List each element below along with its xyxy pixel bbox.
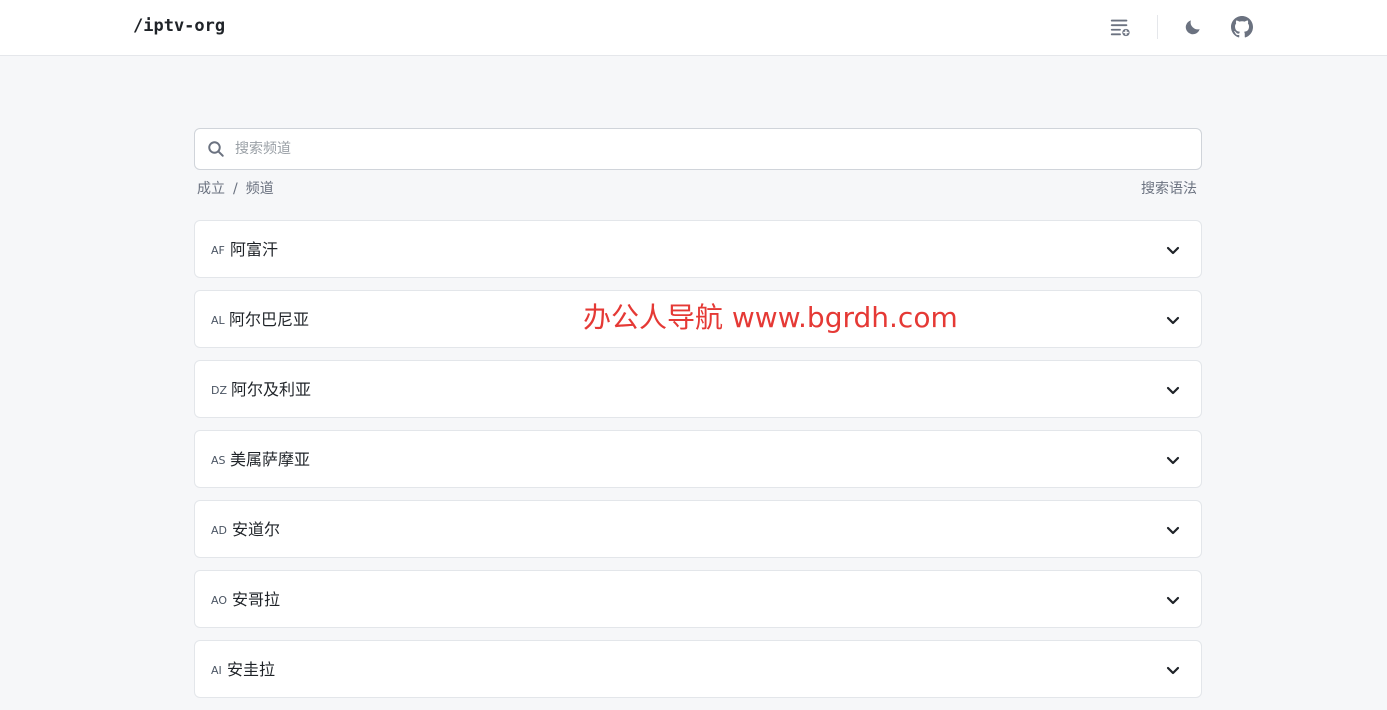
country-list: AF 阿富汗 AL 阿尔巴尼亚 DZ 阿尔及利亚 AS 美属萨摩亚 AD 安道尔… [194,220,1202,710]
country-code: AI [211,664,222,677]
site-logo[interactable]: /iptv-org [133,15,225,37]
country-row-ai[interactable]: AI 安圭拉 [194,640,1202,698]
search-syntax-link[interactable]: 搜索语法 [1141,180,1197,198]
country-code: AO [211,594,227,607]
country-name: 安道尔 [232,520,281,539]
search-icon [207,140,225,158]
chevron-down-icon[interactable] [1165,312,1181,328]
chevron-down-icon[interactable] [1165,242,1181,258]
country-name: 阿尔巴尼亚 [229,310,310,329]
country-name: 美属萨摩亚 [230,450,311,469]
country-row-af[interactable]: AF 阿富汗 [194,220,1202,278]
country-code: AF [211,244,225,257]
country-code: AL [211,314,225,327]
country-name: 阿尔及利亚 [231,380,312,399]
search-input[interactable] [235,129,1185,169]
country-row-ao[interactable]: AO 安哥拉 [194,570,1202,628]
navbar-divider [1157,15,1158,39]
playlist-add-icon[interactable] [1107,14,1133,40]
chevron-down-icon[interactable] [1165,452,1181,468]
moon-icon[interactable] [1180,14,1206,40]
breadcrumb-separator: / [233,181,238,197]
breadcrumb-current: 频道 [245,181,274,197]
country-row-al[interactable]: AL 阿尔巴尼亚 [194,290,1202,348]
top-navbar: /iptv-org [0,0,1387,56]
breadcrumb-root-link[interactable]: 成立 [197,180,225,198]
search-box [194,128,1202,170]
chevron-down-icon[interactable] [1165,522,1181,538]
country-name: 安圭拉 [227,660,276,679]
country-code: AD [211,524,227,537]
chevron-down-icon[interactable] [1165,382,1181,398]
country-code: DZ [211,384,228,397]
github-icon[interactable] [1229,14,1255,40]
country-row-as[interactable]: AS 美属萨摩亚 [194,430,1202,488]
country-name: 安哥拉 [232,590,281,609]
country-code: AS [211,454,226,467]
country-row-dz[interactable]: DZ 阿尔及利亚 [194,360,1202,418]
country-row-ad[interactable]: AD 安道尔 [194,500,1202,558]
chevron-down-icon[interactable] [1165,592,1181,608]
country-name: 阿富汗 [230,240,279,259]
breadcrumb: 成立 / 频道 [197,180,274,198]
chevron-down-icon[interactable] [1165,662,1181,678]
